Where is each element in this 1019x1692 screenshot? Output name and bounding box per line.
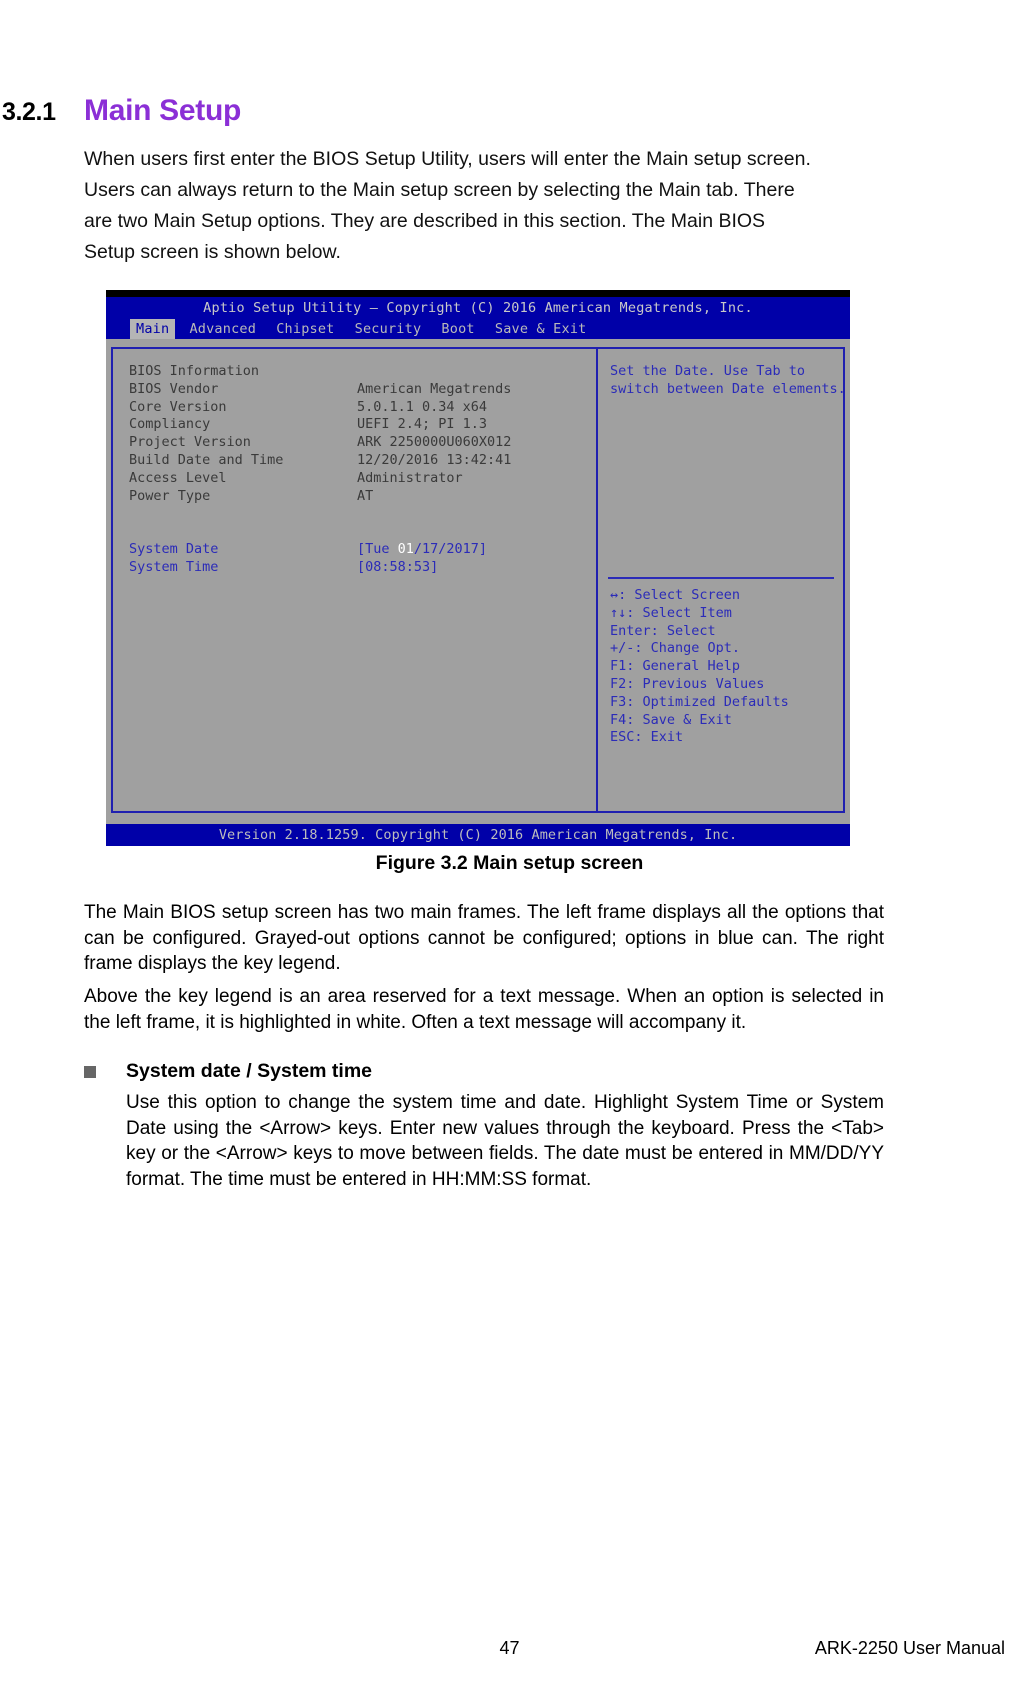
intro-paragraph: When users first enter the BIOS Setup Ut… xyxy=(84,144,884,268)
bios-tab-advanced[interactable]: Advanced xyxy=(183,319,262,339)
legend-f1-general-help: F1: General Help xyxy=(610,658,741,675)
legend-esc-exit: ESC: Exit xyxy=(610,729,684,746)
figure-caption: Figure 3.2 Main setup screen xyxy=(375,852,644,874)
system-date-prefix: [Tue xyxy=(357,540,398,557)
row-label: Compliancy xyxy=(129,416,211,433)
key-legend: ↔: Select Screen ↑↓: Select Item Enter: … xyxy=(610,587,840,747)
system-date-month-highlight[interactable]: 01 xyxy=(398,541,414,557)
row-value: 12/20/2016 13:42:41 xyxy=(357,451,512,468)
row-label: Access Level xyxy=(129,469,227,486)
bios-information-heading: BIOS Information xyxy=(129,363,260,379)
row-label: Core Version xyxy=(129,398,227,415)
bios-right-pane: Set the Date. Use Tab to switch between … xyxy=(598,347,846,813)
bios-information-table: BIOS Information BIOS Vendor American Me… xyxy=(129,363,584,577)
row-value: American Megatrends xyxy=(357,380,512,397)
row-label: Project Version xyxy=(129,434,251,451)
system-time-row[interactable]: System Time [08:58:53] xyxy=(129,559,584,577)
help-message: Set the Date. Use Tab to switch between … xyxy=(610,363,846,399)
intro-line: When users first enter the BIOS Setup Ut… xyxy=(84,148,811,170)
table-row: Build Date and Time 12/20/2016 13:42:41 xyxy=(129,452,584,470)
help-divider xyxy=(608,577,834,579)
info-heading-row: BIOS Information xyxy=(129,363,584,381)
legend-change-opt: +/-: Change Opt. xyxy=(610,640,741,657)
table-row: Access Level Administrator xyxy=(129,470,584,488)
row-label: Build Date and Time xyxy=(129,451,284,468)
intro-line: Users can always return to the Main setu… xyxy=(84,179,795,201)
system-date-suffix: /17/2017] xyxy=(413,540,488,557)
table-row: Project Version ARK 2250000U060X012 xyxy=(129,434,584,452)
help-line: Set the Date. Use Tab to xyxy=(610,363,806,379)
row-value: Administrator xyxy=(357,469,463,486)
section-number: 3.2.1 xyxy=(2,98,56,126)
bios-left-pane: BIOS Information BIOS Vendor American Me… xyxy=(111,347,598,813)
intro-line: are two Main Setup options. They are des… xyxy=(84,210,766,232)
manual-title-footer: ARK-2250 User Manual xyxy=(814,1638,1005,1658)
system-date-row[interactable]: System Date [Tue 01/17/2017] xyxy=(129,541,584,559)
legend-f2-previous-values: F2: Previous Values xyxy=(610,675,765,692)
system-date-value[interactable]: [Tue 01/17/2017] xyxy=(357,541,584,559)
bios-tab-boot[interactable]: Boot xyxy=(435,319,480,339)
section-title: Main Setup xyxy=(84,94,242,127)
row-label: Power Type xyxy=(129,487,211,504)
bios-version-footer: Version 2.18.1259. Copyright (C) 2016 Am… xyxy=(106,824,850,846)
intro-line: Setup screen is shown below. xyxy=(84,241,341,263)
table-row: Core Version 5.0.1.1 0.34 x64 xyxy=(129,399,584,417)
system-time-label: System Time xyxy=(129,558,219,575)
bullet-title: System date / System time xyxy=(126,1060,373,1082)
legend-f4-save-and-exit: F4: Save & Exit xyxy=(610,711,732,728)
row-value: 5.0.1.1 0.34 x64 xyxy=(357,398,488,415)
row-value: AT xyxy=(357,487,374,504)
section-heading: 3.2.1 Main Setup xyxy=(0,94,1019,138)
legend-enter-select: Enter: Select xyxy=(610,622,716,639)
bios-tab-main[interactable]: Main xyxy=(130,319,176,339)
bios-tab-security[interactable]: Security xyxy=(349,319,428,339)
bullet-square-icon xyxy=(84,1066,96,1078)
table-row: Power Type AT xyxy=(129,488,584,506)
row-value: ARK 2250000U060X012 xyxy=(357,434,512,451)
bios-body: BIOS Information BIOS Vendor American Me… xyxy=(106,339,850,821)
row-label: BIOS Vendor xyxy=(129,380,219,397)
bios-menu-bar: Main Advanced Chipset Security Boot Save… xyxy=(106,319,850,339)
legend-select-screen: ↔: Select Screen xyxy=(610,587,741,603)
table-row: Compliancy UEFI 2.4; PI 1.3 xyxy=(129,416,584,434)
row-spacer xyxy=(129,523,584,541)
body-paragraph-1: The Main BIOS setup screen has two main … xyxy=(84,902,884,974)
row-spacer xyxy=(129,505,584,523)
bios-title-bar: Aptio Setup Utility – Copyright (C) 2016… xyxy=(106,297,850,319)
help-line: switch between Date elements. xyxy=(610,380,846,397)
legend-f3-optimized-defaults: F3: Optimized Defaults xyxy=(610,693,789,710)
table-row: BIOS Vendor American Megatrends xyxy=(129,381,584,399)
bios-setup-screenshot: Aptio Setup Utility – Copyright (C) 2016… xyxy=(106,290,850,846)
bullet-body-text: Use this option to change the system tim… xyxy=(126,1092,884,1190)
body-paragraph-2: Above the key legend is an area reserved… xyxy=(84,986,884,1033)
system-time-value[interactable]: [08:58:53] xyxy=(357,559,584,577)
bios-tab-save-and-exit[interactable]: Save & Exit xyxy=(489,319,593,339)
bios-tab-chipset[interactable]: Chipset xyxy=(270,319,340,339)
row-value: UEFI 2.4; PI 1.3 xyxy=(357,416,488,433)
system-date-label: System Date xyxy=(129,540,219,557)
legend-select-item: ↑↓: Select Item xyxy=(610,604,732,621)
